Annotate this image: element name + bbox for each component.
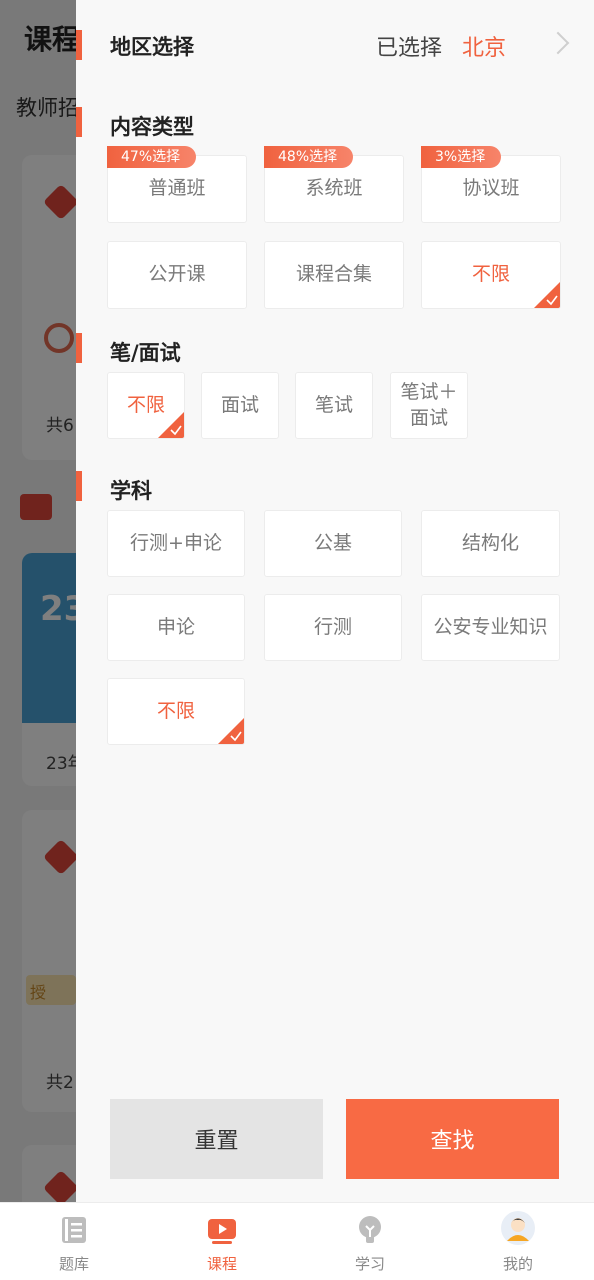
option-exam-type[interactable]: 面试 (201, 372, 279, 439)
section-marker (76, 333, 82, 363)
option-label: 协议班 (462, 177, 520, 200)
content-type-title: 内容类型 (110, 115, 194, 139)
checkmark-corner-icon (218, 718, 244, 744)
option-label: 笔试 (314, 393, 353, 416)
section-marker (76, 107, 82, 137)
option-label: 公基 (313, 531, 352, 554)
percent-badge: 3%选择 (421, 146, 502, 168)
chevron-right-icon (546, 31, 570, 55)
region-title: 地区选择 (110, 35, 194, 59)
tab-label: 学习 (354, 1255, 385, 1273)
option-content-type[interactable]: 公开课 (107, 241, 247, 309)
tab-course[interactable]: 课程 (148, 1203, 296, 1280)
option-label: 不限 (156, 699, 195, 722)
option-label: 普通班 (148, 177, 206, 200)
tab-label: 我的 (502, 1255, 533, 1273)
exam-type-title: 笔/面试 (110, 341, 181, 365)
option-exam-type[interactable]: 笔试 (295, 372, 373, 439)
region-selected-value: 北京 (462, 36, 507, 61)
course-play-icon (207, 1215, 237, 1245)
region-selected-label: 已选择 (376, 36, 443, 61)
option-label: 公安专业知识 (433, 615, 548, 638)
checkmark-corner-icon (158, 412, 184, 438)
option-label: 公开课 (148, 263, 206, 286)
option-subject[interactable]: 申论 (107, 594, 245, 661)
option-subject[interactable]: 公基 (264, 510, 402, 577)
option-label: 结构化 (461, 531, 519, 554)
region-selector[interactable]: 地区选择 已选择 北京 (76, 0, 594, 90)
option-subject[interactable]: 结构化 (421, 510, 560, 577)
tab-label: 题库 (58, 1255, 89, 1273)
option-label: 笔试＋面试 (400, 380, 458, 429)
tab-label: 课程 (206, 1255, 237, 1273)
option-content-type-selected[interactable]: 不限 (421, 241, 561, 309)
option-label: 申论 (156, 615, 195, 638)
option-label: 面试 (220, 393, 259, 416)
checkmark-corner-icon (534, 282, 560, 308)
option-subject[interactable]: 行测+申论 (107, 510, 245, 577)
option-content-type[interactable]: 课程合集 (264, 241, 404, 309)
percent-badge: 47%选择 (107, 146, 197, 168)
option-subject[interactable]: 行测 (264, 594, 402, 661)
section-marker (76, 471, 82, 501)
search-button[interactable]: 查找 (346, 1099, 559, 1179)
avatar-icon (501, 1211, 535, 1245)
option-label: 课程合集 (295, 263, 372, 286)
reset-button[interactable]: 重置 (110, 1099, 323, 1179)
section-marker (76, 30, 82, 60)
option-label: 系统班 (305, 177, 363, 200)
tab-study[interactable]: 学习 (296, 1203, 444, 1280)
option-label: 行测 (313, 615, 352, 638)
bottom-tab-bar: 题库 课程 学习 我的 (0, 1202, 594, 1280)
option-subject-selected[interactable]: 不限 (107, 678, 245, 745)
subject-title: 学科 (110, 479, 152, 503)
option-exam-type-selected[interactable]: 不限 (107, 372, 185, 439)
tab-mine[interactable]: 我的 (444, 1203, 592, 1280)
option-label: 行测+申论 (130, 531, 222, 554)
lightbulb-icon (355, 1215, 385, 1245)
option-label: 不限 (471, 263, 510, 286)
option-exam-type[interactable]: 笔试＋面试 (390, 372, 468, 439)
tab-question-bank[interactable]: 题库 (0, 1203, 148, 1280)
filter-drawer: 地区选择 已选择 北京 内容类型 普通班 47%选择 系统班 48%选择 协议班… (76, 0, 594, 1202)
option-subject[interactable]: 公安专业知识 (421, 594, 560, 661)
percent-badge: 48%选择 (264, 146, 354, 168)
question-bank-icon (59, 1215, 89, 1245)
